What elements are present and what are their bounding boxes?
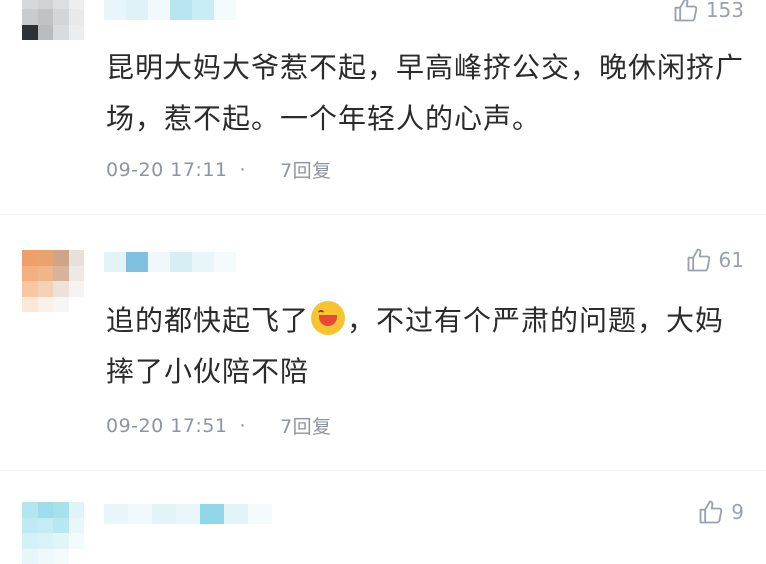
username-blurred[interactable] [104,252,284,272]
like-button[interactable]: 9 [697,498,744,526]
like-count: 9 [731,500,744,524]
avatar[interactable] [22,250,84,312]
avatar[interactable] [22,0,84,40]
comment-text: 追的都快起飞了 ，不过有个严肃的问题，大妈摔了小伙陪不陪 [106,295,746,397]
comment-meta: 09-20 17:51 · 7回复 [106,412,332,439]
thumbs-up-icon [674,0,698,22]
meta-separator: · [239,158,247,181]
comment-text: 昆明大妈大爷惹不起，早高峰挤公交，晚休闲挤广场，惹不起。一个年轻人的心声。 [106,51,745,135]
comment-text-part: 追的都快起飞了 [106,304,310,337]
like-count: 61 [718,248,744,272]
username-blurred[interactable] [104,0,284,20]
meta-separator: · [239,414,247,437]
like-count: 153 [705,0,744,22]
reply-count-link[interactable]: 7回复 [280,156,332,183]
avatar[interactable] [22,502,84,564]
username-blurred[interactable] [104,504,304,524]
divider [0,470,766,471]
divider [0,214,766,215]
like-button[interactable]: 153 [672,0,744,24]
comment-date: 09-20 17:51 [106,414,228,437]
like-button[interactable]: 61 [685,246,744,274]
thumbs-up-icon [699,500,723,524]
comment-date: 09-20 17:11 [106,158,228,181]
reply-count-link[interactable]: 7回复 [280,412,332,439]
thumbs-up-icon [687,248,710,272]
laughing-face-emoji [311,301,346,335]
comment-meta: 09-20 17:11 · 7回复 [106,156,332,183]
